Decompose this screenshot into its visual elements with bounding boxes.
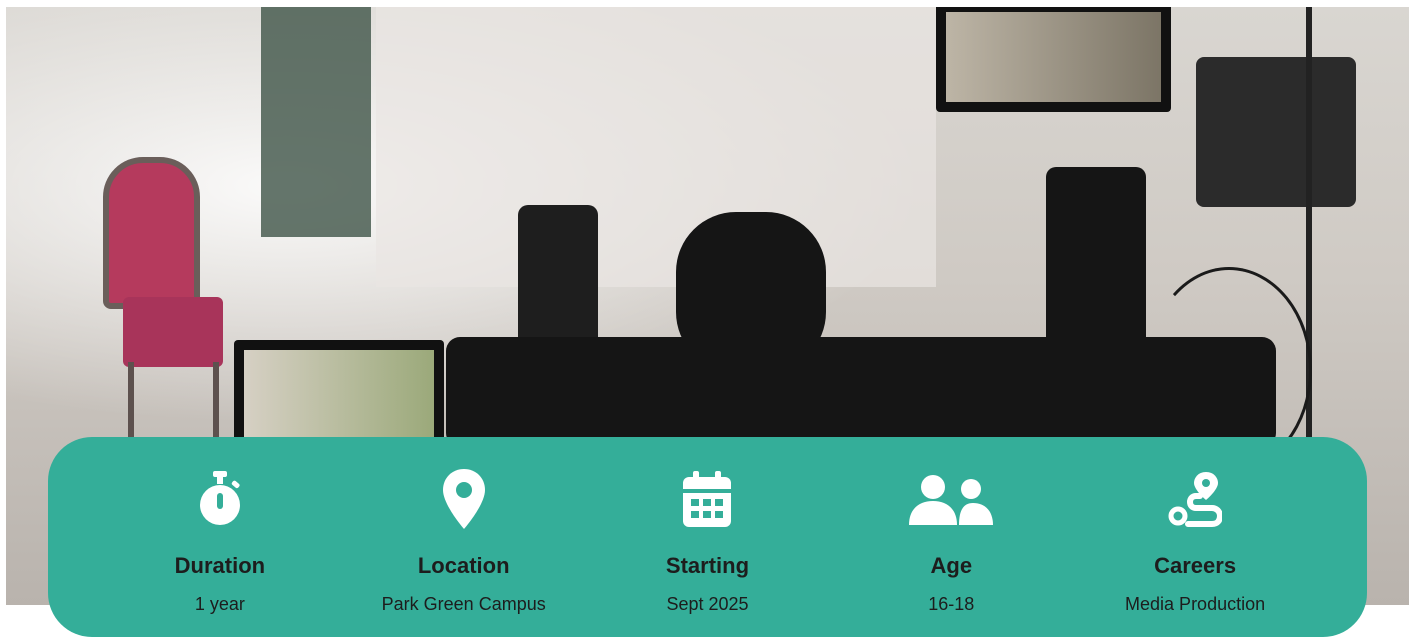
info-value: Park Green Campus [381, 594, 546, 614]
red-chair [88, 147, 223, 442]
top-monitor [936, 7, 1171, 112]
info-value: 1 year [194, 594, 245, 614]
backdrop-panel [261, 7, 371, 237]
info-value: 16-18 [928, 594, 975, 614]
info-starting: Starting Sept 2025 [586, 437, 830, 637]
info-duration: Duration 1 year [98, 437, 342, 637]
route-icon [1168, 467, 1223, 531]
info-value: Media Production [1125, 594, 1266, 614]
wireless-receiver [518, 205, 598, 355]
info-title: Careers [1154, 553, 1237, 578]
stopwatch-icon [198, 467, 242, 531]
info-value: Sept 2025 [666, 594, 749, 614]
map-pin-icon [442, 467, 485, 531]
info-location: Location Park Green Campus [342, 437, 586, 637]
info-age: Age 16-18 [829, 437, 1073, 637]
light-fixture [1196, 57, 1356, 207]
calendar-icon [683, 467, 732, 531]
info-title: Starting [665, 553, 750, 578]
battery-pack [1046, 167, 1146, 357]
info-title: Location [417, 553, 510, 578]
info-title: Duration [174, 553, 266, 578]
course-info-panel: Duration 1 year Location Park Green Camp… [48, 437, 1367, 637]
info-careers: Careers Media Production [1073, 437, 1317, 637]
backdrop-wall [376, 7, 936, 287]
users-icon [909, 467, 994, 531]
info-title: Age [930, 553, 973, 578]
